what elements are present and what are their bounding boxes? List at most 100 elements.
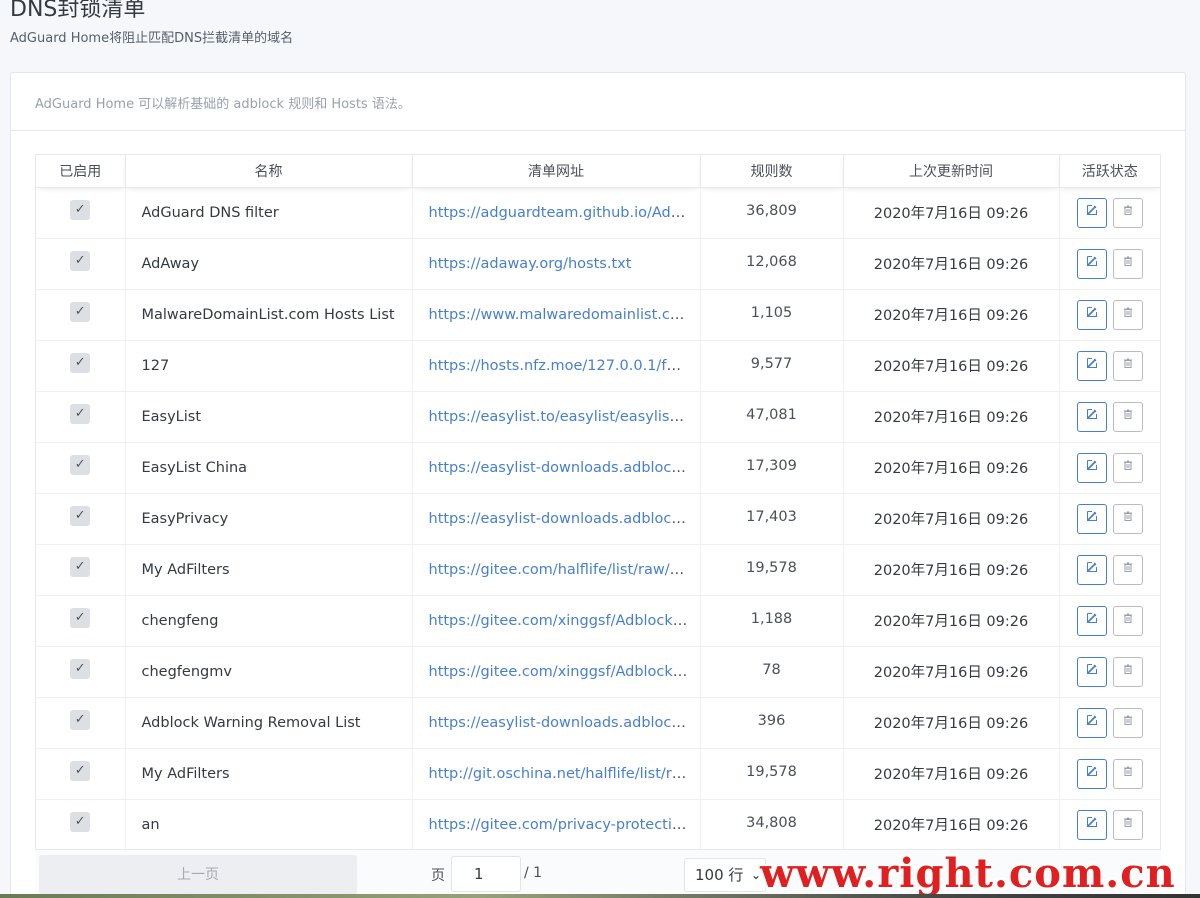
enabled-cell: ✓	[36, 391, 126, 443]
filter-name: an	[125, 799, 413, 851]
enabled-checkbox[interactable]: ✓	[70, 760, 91, 781]
delete-button[interactable]	[1112, 707, 1143, 738]
filter-url-cell: https://adaway.org/hosts.txt	[412, 238, 701, 290]
delete-button[interactable]	[1112, 554, 1143, 585]
actions-cell	[1059, 289, 1160, 341]
trash-icon	[1122, 562, 1134, 576]
enabled-checkbox[interactable]: ✓	[70, 301, 91, 322]
edit-icon	[1086, 204, 1098, 219]
enabled-checkbox[interactable]: ✓	[70, 709, 91, 730]
rows-per-page-select[interactable]: 100 行 ⌄	[684, 858, 766, 892]
enabled-checkbox[interactable]: ✓	[70, 607, 91, 628]
last-updated: 2020年7月16日 09:26	[843, 187, 1060, 239]
actions-cell	[1059, 391, 1160, 443]
edit-button[interactable]	[1076, 707, 1107, 738]
edit-button[interactable]	[1076, 554, 1107, 585]
filter-url-link[interactable]: https://easylist-downloads.adblock...	[429, 460, 694, 476]
delete-button[interactable]	[1112, 248, 1143, 279]
delete-button[interactable]	[1112, 656, 1143, 687]
table-row: ✓ chengfeng https://gitee.com/xinggsf/Adbl…	[36, 593, 1160, 647]
filter-url-cell: https://easylist-downloads.adblock...	[412, 697, 701, 749]
edit-icon	[1086, 408, 1098, 423]
edit-button[interactable]	[1076, 248, 1107, 279]
watermark: www.right.com.cn	[760, 850, 1176, 897]
filter-url-link[interactable]: https://gitee.com/halflife/list/raw/m...	[429, 562, 698, 578]
filter-name: chengfeng	[125, 595, 413, 647]
delete-button[interactable]	[1112, 350, 1143, 381]
delete-button[interactable]	[1112, 809, 1143, 840]
edit-button[interactable]	[1076, 503, 1107, 534]
column-header-name[interactable]: 名称	[125, 155, 413, 188]
last-updated: 2020年7月16日 09:26	[843, 238, 1060, 290]
delete-button[interactable]	[1112, 299, 1143, 330]
filter-url-link[interactable]: http://git.oschina.net/halflife/list/ra.…	[429, 766, 695, 782]
enabled-checkbox[interactable]: ✓	[70, 199, 91, 220]
edit-button[interactable]	[1076, 656, 1107, 687]
filter-url-link[interactable]: https://gitee.com/privacy-protectio...	[429, 817, 695, 833]
column-header-updated[interactable]: 上次更新时间	[843, 155, 1060, 188]
table-row: ✓ EasyList China https://easylist-download…	[36, 440, 1160, 494]
table-row: ✓ EasyList https://easylist.to/easylist/ea…	[36, 389, 1160, 443]
delete-button[interactable]	[1112, 452, 1143, 483]
edit-button[interactable]	[1076, 809, 1107, 840]
edit-button[interactable]	[1076, 350, 1107, 381]
filter-url-link[interactable]: https://gitee.com/xinggsf/Adblock-...	[429, 613, 692, 629]
filter-url-link[interactable]: https://adaway.org/hosts.txt	[429, 256, 632, 272]
filter-url-link[interactable]: https://adguardteam.github.io/AdG...	[429, 205, 696, 221]
edit-button[interactable]	[1076, 197, 1107, 228]
edit-icon	[1086, 357, 1098, 372]
filter-url-link[interactable]: https://easylist-downloads.adblock...	[429, 715, 694, 731]
trash-icon	[1122, 460, 1134, 474]
filter-name: My AdFilters	[125, 748, 413, 800]
enabled-checkbox[interactable]: ✓	[70, 556, 91, 577]
delete-button[interactable]	[1112, 605, 1143, 636]
previous-page-button[interactable]: 上一页	[39, 855, 357, 895]
edit-button[interactable]	[1076, 452, 1107, 483]
filter-name: AdGuard DNS filter	[125, 187, 413, 239]
delete-button[interactable]	[1112, 401, 1143, 432]
trash-icon	[1122, 613, 1134, 627]
filter-name: EasyPrivacy	[125, 493, 413, 545]
table-row: ✓ AdAway https://adaway.org/hosts.txt 12,06…	[36, 236, 1160, 290]
edit-button[interactable]	[1076, 299, 1107, 330]
trash-icon	[1122, 256, 1134, 270]
edit-button[interactable]	[1076, 758, 1107, 789]
enabled-checkbox[interactable]: ✓	[70, 454, 91, 475]
rule-count: 9,577	[700, 338, 844, 390]
enabled-checkbox[interactable]: ✓	[70, 505, 91, 526]
edit-button[interactable]	[1076, 605, 1107, 636]
enabled-checkbox[interactable]: ✓	[70, 658, 91, 679]
enabled-cell: ✓	[36, 442, 126, 494]
card-description: AdGuard Home 可以解析基础的 adblock 规则和 Hosts 语…	[11, 73, 1185, 131]
column-header-rules[interactable]: 规则数	[700, 155, 844, 188]
last-updated: 2020年7月16日 09:26	[843, 595, 1060, 647]
edit-button[interactable]	[1076, 401, 1107, 432]
column-header-url[interactable]: 清单网址	[412, 155, 701, 188]
actions-cell	[1059, 646, 1160, 698]
last-updated: 2020年7月16日 09:26	[843, 748, 1060, 800]
enabled-checkbox[interactable]: ✓	[70, 250, 91, 271]
enabled-checkbox[interactable]: ✓	[70, 403, 91, 424]
filter-url-cell: https://easylist-downloads.adblock...	[412, 442, 701, 494]
delete-button[interactable]	[1112, 503, 1143, 534]
rule-count: 36,809	[700, 185, 844, 237]
filters-table-wrapper[interactable]: 已启用 名称 清单网址 规则数 上次更新时间 活跃状态 ✓ AdGuard DNS…	[35, 154, 1161, 854]
actions-cell	[1059, 748, 1160, 800]
page-total: / 1	[524, 865, 543, 881]
edit-icon	[1086, 459, 1098, 474]
enabled-checkbox[interactable]: ✓	[70, 811, 91, 832]
table-row: ✓ EasyPrivacy https://easylist-downloads.a…	[36, 491, 1160, 545]
page-number-input[interactable]: 1	[451, 856, 521, 892]
filter-url-link[interactable]: https://easylist.to/easylist/easylist.tx…	[429, 409, 700, 425]
last-updated: 2020年7月16日 09:26	[843, 391, 1060, 443]
table-row: ✓ chegfengmv https://gitee.com/xinggsf/Adb…	[36, 644, 1160, 698]
enabled-checkbox[interactable]: ✓	[70, 352, 91, 373]
filter-url-link[interactable]: https://hosts.nfz.moe/127.0.0.1/full/...	[429, 358, 700, 374]
trash-icon	[1122, 715, 1134, 729]
delete-button[interactable]	[1112, 197, 1143, 228]
filter-url-link[interactable]: https://www.malwaredomainlist.co...	[429, 307, 693, 323]
column-header-enabled[interactable]: 已启用	[36, 155, 126, 188]
delete-button[interactable]	[1112, 758, 1143, 789]
filter-url-link[interactable]: https://easylist-downloads.adblock...	[429, 511, 694, 527]
filter-url-link[interactable]: https://gitee.com/xinggsf/Adblock-...	[429, 664, 692, 680]
